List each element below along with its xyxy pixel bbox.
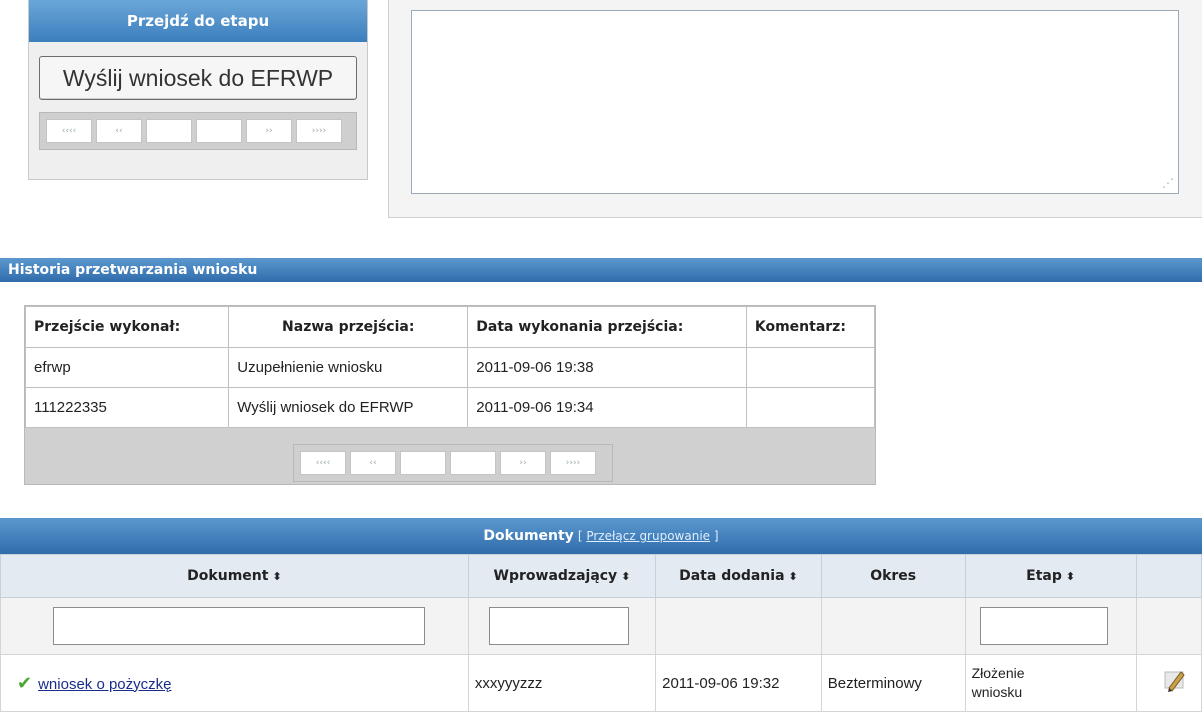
column-header-period: Okres [820,554,966,598]
table-cell: ✔ wniosek o pożyczkę [0,654,469,712]
history-pager: ‹‹‹‹ ‹‹ ›› ›››› [293,444,613,482]
author-filter-input[interactable] [488,607,629,645]
sort-icon: ⬍ [1065,570,1076,583]
column-header-actions [1135,554,1202,598]
table-cell [1135,654,1202,712]
column-header: Nazwa przejścia: [228,306,469,348]
column-label: Wprowadzający [493,568,618,584]
pager-page-input[interactable] [400,451,446,475]
filter-cell [820,597,966,655]
column-label: Dokument [187,568,269,584]
column-label: Etap [1026,568,1062,584]
pager-last-button[interactable]: ›››› [296,119,342,143]
sort-icon: ⬍ [272,570,282,583]
column-header: Przejście wykonał: [24,306,230,348]
table-cell: efrwp [24,347,230,388]
resize-grip-icon[interactable]: ⋰ [1162,176,1174,190]
column-header-stage[interactable]: Etap ⬍ [964,554,1137,598]
stage-panel-title: Przejdź do etapu [29,0,367,42]
sort-icon: ⬍ [788,570,798,583]
table-cell [745,387,876,428]
column-label: Data dodania [679,568,785,584]
table-cell: xxxyyyzzz [467,654,657,712]
table-cell: Wyślij wniosek do EFRWP [228,387,469,428]
sort-icon: ⬍ [621,570,631,583]
column-header-document[interactable]: Dokument ⬍ [0,554,469,598]
comment-textarea[interactable]: ⋰ [411,10,1179,194]
edit-pencil-icon[interactable] [1163,666,1187,696]
pager-next-button[interactable]: ›› [246,119,292,143]
stage-filter-input[interactable] [979,607,1108,645]
document-filter-input[interactable] [53,607,425,645]
pager-last-button[interactable]: ›››› [550,451,596,475]
history-table: Przejście wykonał: Nazwa przejścia: Data… [24,306,876,428]
column-header: Komentarz: [745,306,876,348]
bracket-open: [ [577,529,583,543]
toggle-grouping-link[interactable]: Przełącz grupowanie [586,529,710,543]
filter-cell [467,597,657,655]
filter-cell [1135,597,1202,655]
documents-header-row: Dokument ⬍ Wprowadzający ⬍ Data dodania ⬍ O… [0,554,1202,598]
table-cell: Złożenie wniosku [964,654,1137,712]
filter-cell [0,597,469,655]
pager-first-button[interactable]: ‹‹‹‹ [46,119,92,143]
pager-first-button[interactable]: ‹‹‹‹ [300,451,346,475]
pager-page-count [450,451,496,475]
stage-pager: ‹‹‹‹ ‹‹ ›› ›››› [39,112,357,150]
send-to-efrwp-button[interactable]: Wyślij wniosek do EFRWP [39,56,357,100]
table-row: efrwp Uzupełnienie wniosku 2011-09-06 19… [24,347,876,388]
document-link[interactable]: wniosek o pożyczkę [38,676,171,693]
stage-panel: Przejdź do etapu Wyślij wniosek do EFRWP… [28,0,368,180]
table-cell: 2011-09-06 19:38 [467,347,747,388]
pager-prev-button[interactable]: ‹‹ [350,451,396,475]
table-cell: 2011-09-06 19:34 [467,387,747,428]
pager-page-count [196,119,242,143]
pager-prev-button[interactable]: ‹‹ [96,119,142,143]
documents-section-header: Dokumenty [ Przełącz grupowanie ] [0,518,1202,554]
filter-cell [964,597,1137,655]
table-cell: Uzupełnienie wniosku [228,347,469,388]
column-header-author[interactable]: Wprowadzający ⬍ [467,554,657,598]
table-cell [745,347,876,388]
comment-panel: ⋰ [388,0,1202,218]
history-section-header: Historia przetwarzania wniosku [0,258,1202,282]
filter-row [0,597,1202,655]
table-cell: 2011-09-06 19:32 [655,654,822,712]
documents-table: Dokument ⬍ Wprowadzający ⬍ Data dodania ⬍ O… [0,554,1202,712]
history-header-row: Przejście wykonał: Nazwa przejścia: Data… [24,306,876,348]
column-header: Data wykonania przejścia: [467,306,747,348]
stage-label: Złożenie wniosku [971,665,1025,700]
history-table-container: Przejście wykonał: Nazwa przejścia: Data… [24,305,876,485]
toggle-grouping: [ Przełącz grupowanie ] [578,529,719,543]
pager-page-input[interactable] [146,119,192,143]
column-label: Okres [870,568,917,584]
documents-title: Dokumenty [483,528,574,544]
table-row: 111222335 Wyślij wniosek do EFRWP 2011-0… [24,387,876,428]
check-icon: ✔ [17,672,33,693]
pager-next-button[interactable]: ›› [500,451,546,475]
filter-cell [655,597,822,655]
table-row: ✔ wniosek o pożyczkę xxxyyyzzz 2011-09-06… [0,654,1202,712]
table-cell: 111222335 [24,387,230,428]
bracket-close: ] [713,529,719,543]
column-header-date[interactable]: Data dodania ⬍ [655,554,822,598]
table-cell: Bezterminowy [820,654,966,712]
